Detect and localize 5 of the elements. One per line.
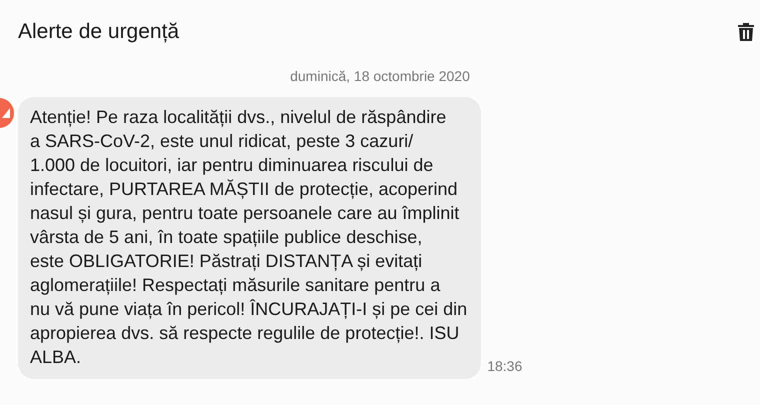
screen-title: Alerte de urgență bbox=[18, 19, 180, 46]
delete-icon[interactable] bbox=[738, 23, 754, 41]
message-time: 18:36 bbox=[487, 357, 522, 376]
message-bubble: Atenție! Pe raza localității dvs., nivelul de răspândire a SARS-CoV-2, este unul ridicat, peste 3 cazuri/ 1.000 de locuitori, iar pentru diminuarea riscului de infectare, PURTAREA MĂȘTII de protecție, acoperind nasul și gura, pentru toate persoanele care au împlinit vârsta de 5 ani, în toate spațiile publice deschise, este OBLIGATORIE! Păstrați DISTANȚA și evitați aglomerațiile! Respectați măsurile sanitare pentru a nu vă pune viața în pericol! ÎNCURAJAȚI-I și pe cei din apropierea dvs. să respecte regulile de protecție!. ISU ALBA. bbox=[18, 97, 482, 379]
date-separator: duminică, 18 octombrie 2020 bbox=[290, 67, 470, 86]
